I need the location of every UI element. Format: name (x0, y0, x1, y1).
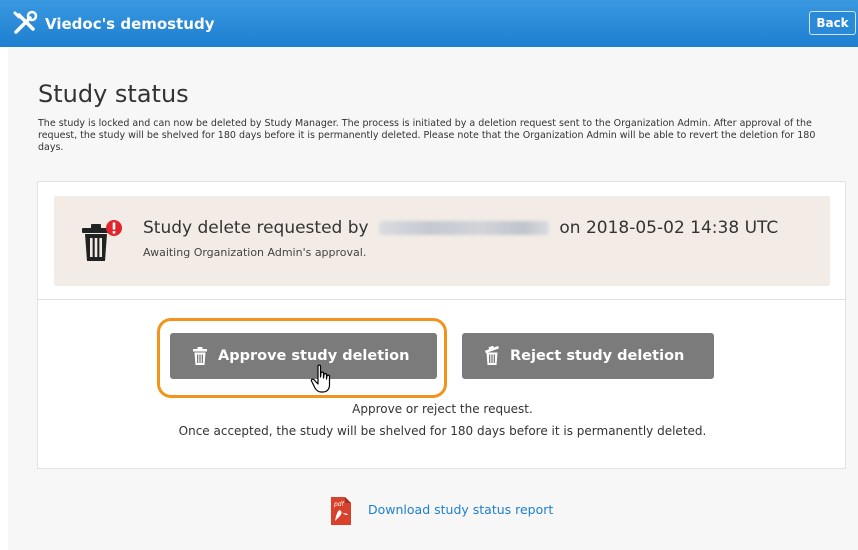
page-title: Study status (38, 80, 189, 108)
request-status: Awaiting Organization Admin's approval. (143, 246, 367, 259)
intro-text: The study is locked and can now be delet… (38, 118, 816, 153)
approve-deletion-button[interactable]: Approve study deletion (170, 333, 437, 379)
trash-restore-icon (484, 346, 499, 365)
action-hint: Approve or reject the request. (352, 402, 533, 416)
action-note: Once accepted, the study will be shelved… (178, 424, 707, 438)
pdf-file-icon: pdf (331, 497, 351, 525)
trash-alert-icon (82, 220, 122, 261)
panel-divider (38, 299, 845, 300)
request-prefix: Study delete requested by (143, 218, 369, 238)
app-title: Viedoc's demostudy (45, 15, 215, 33)
reject-label: Reject study deletion (510, 348, 685, 364)
delete-request-notice (54, 196, 830, 286)
pdf-label: pdf (333, 501, 345, 508)
hand-cursor-icon (310, 364, 331, 393)
request-datetime: on 2018-05-02 14:38 UTC (559, 218, 779, 238)
download-report-link[interactable]: Download study status report (368, 502, 553, 517)
reject-deletion-button[interactable]: Reject study deletion (462, 333, 714, 379)
back-button[interactable]: Back (809, 11, 856, 35)
trash-icon (193, 347, 207, 365)
requester-name-redacted (378, 221, 549, 235)
delete-request-line: Study delete requested by on 2018-05-02 … (143, 218, 778, 238)
tools-icon (13, 10, 38, 34)
app-header: Viedoc's demostudy Back (0, 0, 858, 47)
